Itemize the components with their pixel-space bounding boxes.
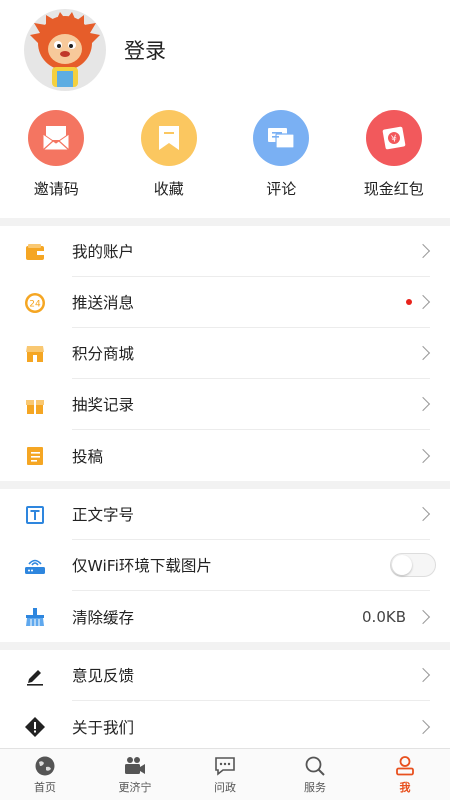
document-icon (0, 446, 72, 466)
menu-label: 清除缓存 (72, 608, 135, 627)
menu-push-messages[interactable]: 24 推送消息 (0, 277, 450, 328)
chevron-right-icon (415, 345, 431, 361)
nav-me[interactable]: 我 (360, 749, 450, 800)
menu-feedback[interactable]: 意见反馈 (0, 650, 450, 701)
quick-label: 现金红包 (363, 180, 424, 198)
quick-label: 评论 (266, 180, 297, 198)
bottom-nav: 首页 更济宁 问政 服务 我 (0, 748, 450, 800)
chevron-right-icon (415, 719, 431, 734)
svg-text:24: 24 (29, 299, 41, 309)
gift-icon (0, 395, 72, 415)
wifi-only-toggle[interactable] (390, 553, 436, 577)
menu-wifi-only-images: 仅WiFi环境下载图片 (0, 540, 450, 591)
chevron-right-icon (415, 396, 431, 412)
chevron-right-icon (415, 609, 431, 624)
bookmark-icon (140, 110, 197, 166)
menu-about-us[interactable]: 关于我们 (0, 701, 450, 752)
quick-label: 收藏 (153, 180, 184, 198)
menu-clear-cache[interactable]: 清除缓存 0.0KB (0, 591, 450, 642)
nav-label: 首页 (34, 781, 56, 794)
nav-label: 问政 (214, 781, 236, 794)
chevron-right-icon (415, 506, 431, 522)
toggle-knob (392, 555, 412, 575)
info-diamond-icon (0, 716, 72, 738)
globe-icon (35, 756, 55, 776)
profile-header[interactable]: 登录 (0, 0, 450, 100)
font-size-icon (0, 505, 72, 525)
menu-group-about: 意见反馈 关于我们 (0, 650, 450, 752)
clock-24-icon: 24 (0, 292, 72, 314)
menu-submit-article[interactable]: 投稿 (0, 430, 450, 481)
store-icon (0, 345, 72, 363)
cache-size-value: 0.0KB (362, 607, 406, 626)
person-icon (396, 756, 414, 776)
section-divider (0, 481, 450, 489)
quick-label: 邀请码 (33, 180, 79, 198)
menu-label: 仅WiFi环境下载图片 (72, 557, 212, 575)
menu-group-account: 我的账户 24 推送消息 积分商城 抽奖记录 投稿 (0, 226, 450, 481)
quick-red-packet[interactable]: ¥ 现金红包 (338, 110, 450, 218)
unread-dot (406, 299, 412, 305)
envelope-icon (28, 110, 85, 166)
nav-jining[interactable]: 更济宁 (90, 749, 180, 800)
section-divider (0, 642, 450, 650)
chevron-right-icon (415, 294, 431, 310)
menu-lottery-records[interactable]: 抽奖记录 (0, 379, 450, 430)
section-divider (0, 218, 450, 226)
nav-label: 更济宁 (118, 781, 152, 794)
chat-bubble-icon (215, 757, 235, 776)
mascot-lion-icon (30, 12, 100, 87)
quick-invite-code[interactable]: 邀请码 (0, 110, 113, 218)
quick-comments[interactable]: 评论 (225, 110, 338, 218)
nav-inquiry[interactable]: 问政 (180, 749, 270, 800)
chevron-right-icon (415, 667, 431, 683)
menu-label: 我的账户 (72, 243, 135, 261)
avatar[interactable] (24, 9, 106, 91)
menu-label: 抽奖记录 (72, 396, 135, 414)
menu-label: 投稿 (72, 447, 104, 466)
menu-label: 推送消息 (72, 294, 135, 312)
menu-font-size[interactable]: 正文字号 (0, 489, 450, 540)
menu-label: 关于我们 (72, 718, 135, 737)
wallet-icon (0, 243, 72, 261)
login-link[interactable]: 登录 (124, 35, 166, 65)
quick-favorites[interactable]: 收藏 (113, 110, 226, 218)
menu-label: 意见反馈 (72, 667, 135, 685)
router-icon (0, 556, 72, 576)
nav-service[interactable]: 服务 (270, 749, 360, 800)
video-camera-icon (125, 757, 145, 774)
nav-label: 服务 (304, 781, 326, 794)
broom-icon (0, 607, 72, 627)
search-icon (305, 756, 325, 776)
red-packet-icon: ¥ (365, 110, 422, 166)
menu-label: 积分商城 (72, 345, 135, 363)
menu-my-account[interactable]: 我的账户 (0, 226, 450, 277)
menu-label: 正文字号 (72, 506, 135, 524)
menu-group-settings: 正文字号 仅WiFi环境下载图片 清除缓存 0.0KB (0, 489, 450, 642)
chevron-right-icon (415, 448, 431, 463)
nav-home[interactable]: 首页 (0, 749, 90, 800)
pencil-icon (0, 666, 72, 686)
menu-points-mall[interactable]: 积分商城 (0, 328, 450, 379)
chevron-right-icon (415, 243, 431, 259)
quick-actions: 邀请码 收藏 评论 ¥ 现金红包 (0, 100, 450, 218)
nav-label: 我 (399, 781, 411, 794)
comment-icon (253, 110, 310, 166)
